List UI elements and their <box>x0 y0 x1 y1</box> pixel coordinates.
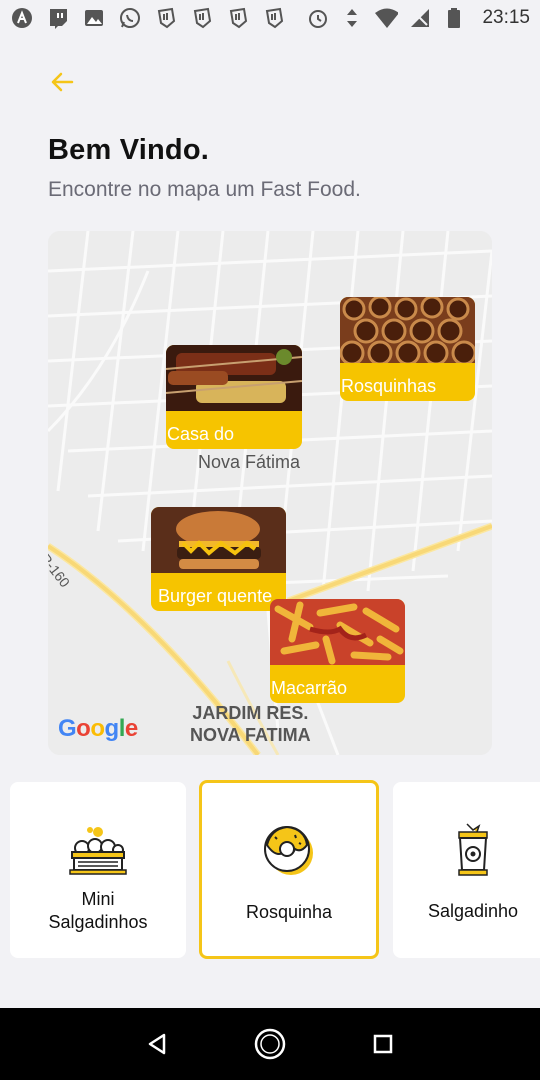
hand-icon <box>154 6 178 30</box>
alarm-icon <box>306 6 330 30</box>
pin-label: Casa do <box>167 424 235 444</box>
donuts-photo <box>340 297 475 366</box>
system-navigation-bar <box>0 1008 540 1080</box>
arrow-left-icon <box>51 72 74 92</box>
nav-recents-button[interactable] <box>363 1024 403 1064</box>
category-label: Rosquinha <box>245 902 333 922</box>
hand-icon <box>226 6 250 30</box>
app-icon <box>10 6 34 30</box>
page-title: Bem Vindo. <box>48 134 209 166</box>
map-pin-casa-do[interactable]: Casa do <box>166 345 302 449</box>
triangle-back-icon <box>148 1033 165 1055</box>
district-label: JARDIM RES. NOVA FATIMA <box>190 703 311 745</box>
burger-photo <box>151 507 286 573</box>
data-arrows-icon <box>340 6 364 30</box>
page-subtitle: Encontre no mapa um Fast Food. <box>48 178 361 201</box>
map-pin-rosquinhas[interactable]: Rosquinhas <box>340 297 475 401</box>
category-mini-salgadinhos[interactable]: Mini Salgadinhos <box>10 782 186 958</box>
pin-label: Rosquinhas <box>341 376 437 396</box>
nav-home-button[interactable] <box>250 1024 290 1064</box>
map-pin-macarrao[interactable]: Macarrão <box>270 599 405 703</box>
category-rosquinha[interactable]: Rosquinha <box>199 780 379 959</box>
no-signal-icon <box>408 6 432 30</box>
hand-icon <box>190 6 214 30</box>
donut-icon <box>259 823 319 879</box>
category-label: Salgadinho <box>427 901 519 921</box>
category-carousel[interactable]: Mini Salgadinhos Rosquinha Salgadinho <box>0 780 540 960</box>
map-pin-burger-quente[interactable]: Burger quente <box>151 507 286 611</box>
nav-back-button[interactable] <box>137 1024 177 1064</box>
neighborhood-label: Nova Fátima <box>198 452 301 472</box>
whatsapp-icon <box>118 6 142 30</box>
snack-bag-icon <box>453 822 493 878</box>
wifi-icon <box>374 6 399 30</box>
square-recents-icon <box>374 1034 393 1054</box>
status-bar: 23:15 <box>0 0 540 36</box>
map-view[interactable]: PR-160 Nova Fátima JARDIM RES. NOVA FATI… <box>48 231 492 755</box>
back-button[interactable] <box>44 66 80 98</box>
battery-icon <box>442 6 466 30</box>
pasta-photo <box>270 599 405 665</box>
skewers-photo <box>166 345 302 411</box>
snack-basket-icon <box>68 822 128 878</box>
category-label: Mini Salgadinhos <box>48 889 148 932</box>
google-logo: Google <box>58 715 138 742</box>
pin-label: Burger quente <box>158 586 273 606</box>
hand-icon <box>262 6 286 30</box>
twitch-icon <box>46 6 70 30</box>
status-time: 23:15 <box>482 7 530 28</box>
circle-home-icon <box>254 1028 286 1060</box>
pin-label: Macarrão <box>271 678 348 698</box>
image-icon <box>82 6 106 30</box>
category-salgadinho[interactable]: Salgadinho <box>393 782 540 958</box>
